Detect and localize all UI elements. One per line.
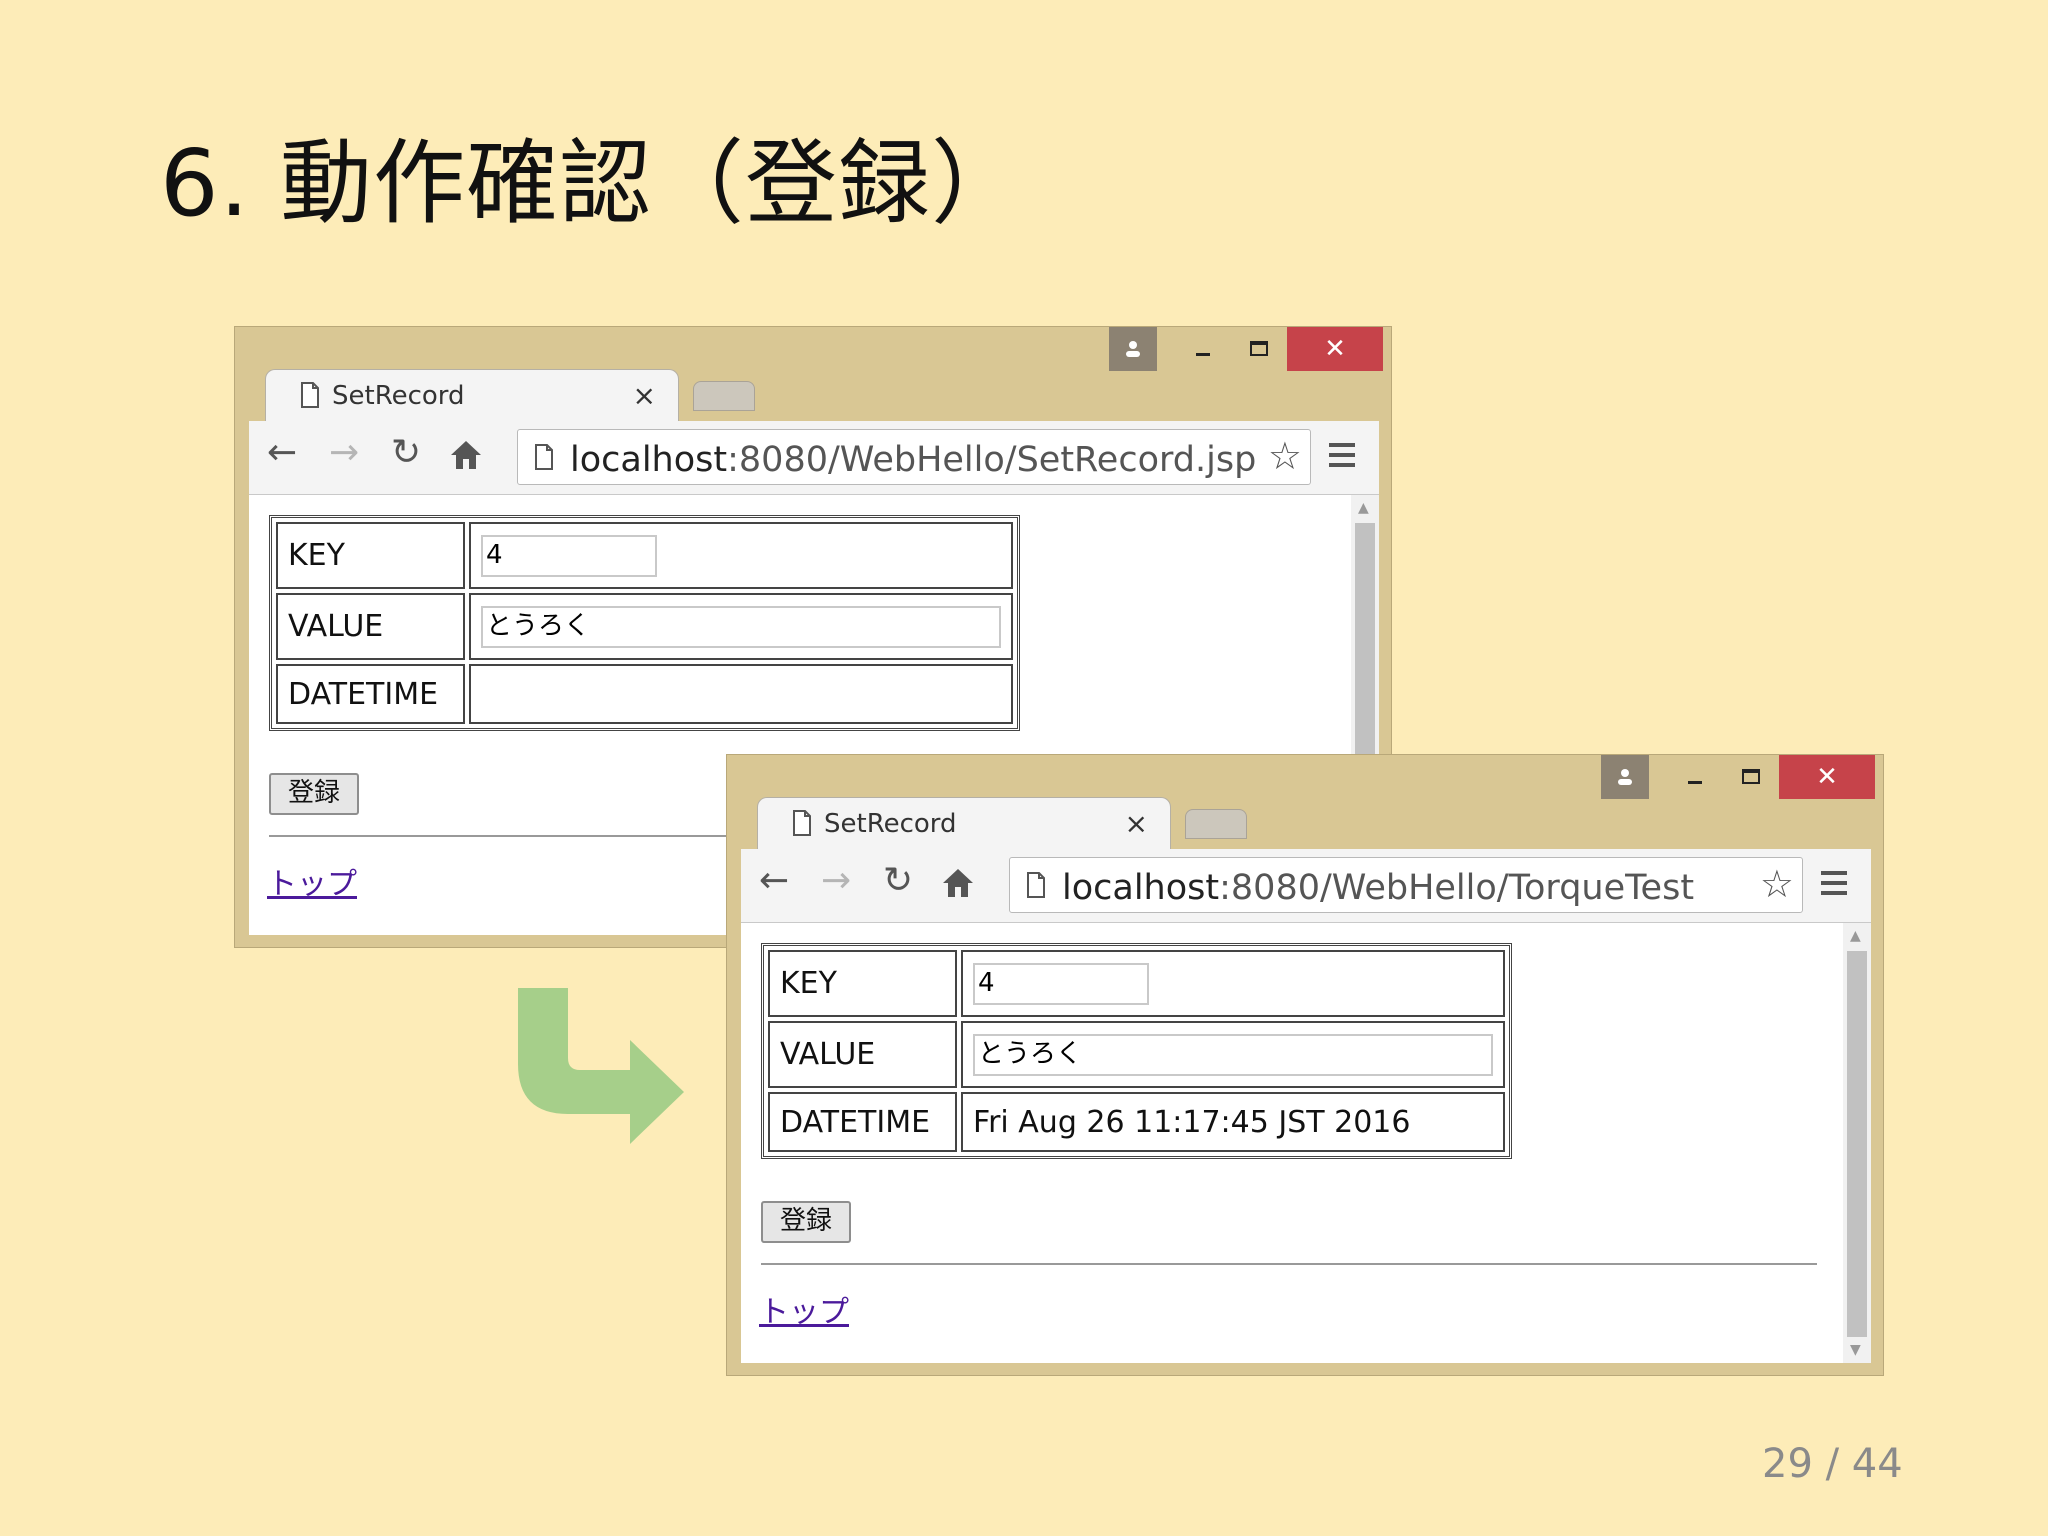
scroll-up-icon[interactable]: ▲ (1358, 501, 1369, 515)
maximize-icon[interactable] (1231, 327, 1287, 371)
value-input[interactable]: とうろく (481, 605, 1001, 648)
register-button[interactable]: 登録 (761, 1201, 851, 1243)
scroll-down-icon[interactable]: ▼ (1850, 1343, 1861, 1357)
menu-icon[interactable] (1821, 871, 1847, 901)
maximize-icon[interactable] (1723, 755, 1779, 799)
transition-arrow-icon (518, 988, 684, 1144)
key-input[interactable]: 4 (973, 962, 1149, 1005)
url-text: localhost:8080/WebHello/SetRecord.jsp (570, 440, 1257, 480)
new-tab-button[interactable] (693, 381, 755, 411)
back-arrow-icon[interactable]: ← (759, 863, 789, 899)
home-icon[interactable] (941, 867, 975, 906)
scroll-up-icon[interactable]: ▲ (1850, 929, 1861, 943)
key-input[interactable]: 4 (481, 534, 657, 577)
address-bar[interactable]: localhost:8080/WebHello/SetRecord.jsp ☆ (517, 429, 1311, 485)
url-text: localhost:8080/WebHello/TorqueTest (1062, 868, 1695, 908)
key-label: KEY (768, 950, 957, 1017)
slide-title: 6. 動作確認（登録） (160, 130, 1025, 237)
page-icon (792, 810, 812, 840)
reload-icon[interactable]: ↻ (883, 863, 913, 899)
forward-arrow-icon[interactable]: → (821, 863, 851, 899)
minimize-icon[interactable] (1175, 327, 1231, 371)
key-label: KEY (276, 522, 465, 589)
reload-icon[interactable]: ↻ (391, 435, 421, 471)
page-content: KEY 4 VALUE とうろく DATETIME Fri Aug 26 11:… (741, 923, 1871, 1363)
page-icon (300, 382, 320, 412)
record-form-table: KEY 4 VALUE とうろく DATETIME Fri Aug 26 11:… (761, 943, 1512, 1159)
star-icon[interactable]: ☆ (1268, 437, 1302, 475)
value-input[interactable]: とうろく (973, 1033, 1493, 1076)
forward-arrow-icon[interactable]: → (329, 435, 359, 471)
browser-toolbar: ← → ↻ localhost:8080/WebHello/SetRecord.… (249, 421, 1379, 495)
tab-close-icon[interactable]: × (1125, 807, 1148, 840)
new-tab-button[interactable] (1185, 809, 1247, 839)
page-icon (1026, 872, 1046, 902)
value-label: VALUE (276, 593, 465, 660)
address-bar[interactable]: localhost:8080/WebHello/TorqueTest ☆ (1009, 857, 1803, 913)
datetime-label: DATETIME (768, 1092, 957, 1152)
menu-icon[interactable] (1329, 443, 1355, 473)
tab-title: SetRecord (824, 809, 957, 839)
value-label: VALUE (768, 1021, 957, 1088)
user-icon[interactable] (1109, 327, 1157, 371)
register-button[interactable]: 登録 (269, 773, 359, 815)
back-arrow-icon[interactable]: ← (267, 435, 297, 471)
datetime-label: DATETIME (276, 664, 465, 724)
minimize-icon[interactable] (1667, 755, 1723, 799)
browser-toolbar: ← → ↻ localhost:8080/WebHello/TorqueTest… (741, 849, 1871, 923)
record-form-table: KEY 4 VALUE とうろく DATETIME (269, 515, 1020, 731)
close-icon[interactable]: ✕ (1779, 755, 1875, 799)
page-number: 29 / 44 (1762, 1441, 1903, 1487)
tab-close-icon[interactable]: × (633, 379, 656, 412)
user-icon[interactable] (1601, 755, 1649, 799)
datetime-value (469, 664, 1013, 724)
top-link[interactable]: トップ (759, 1287, 849, 1331)
browser-window-after: ✕ SetRecord × ← → ↻ localhost:8080/WebHe… (726, 754, 1884, 1376)
top-link[interactable]: トップ (267, 859, 357, 903)
tab-setrecord[interactable]: SetRecord × (265, 369, 679, 421)
close-icon[interactable]: ✕ (1287, 327, 1383, 371)
scroll-thumb[interactable] (1847, 951, 1867, 1337)
home-icon[interactable] (449, 439, 483, 478)
datetime-value: Fri Aug 26 11:17:45 JST 2016 (961, 1092, 1505, 1152)
scrollbar[interactable]: ▲ ▼ (1843, 923, 1871, 1363)
tab-setrecord[interactable]: SetRecord × (757, 797, 1171, 849)
divider (761, 1263, 1817, 1265)
star-icon[interactable]: ☆ (1760, 865, 1794, 903)
tab-title: SetRecord (332, 381, 465, 411)
page-icon (534, 444, 554, 474)
